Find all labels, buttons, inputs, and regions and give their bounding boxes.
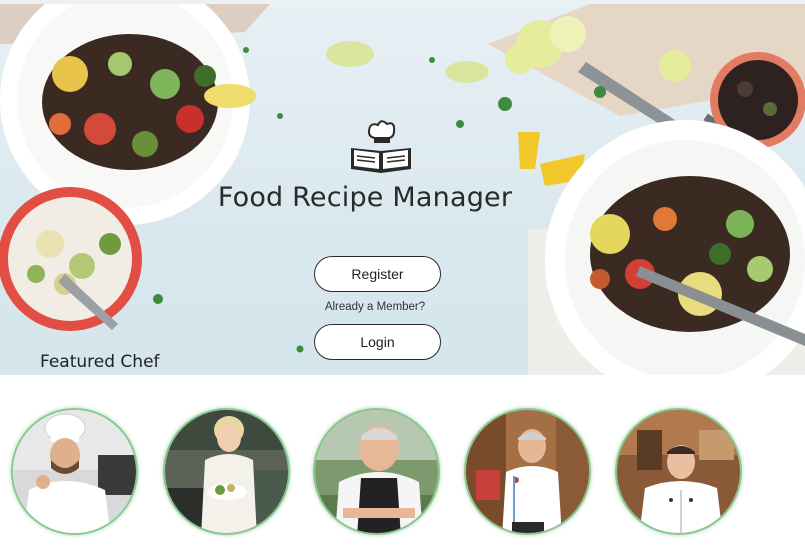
chef-photo-1-icon <box>13 410 136 533</box>
chef-photo-4-icon <box>466 410 589 533</box>
chef-card-4[interactable] <box>464 408 591 535</box>
chef-photo-3-icon <box>315 410 438 533</box>
chef-card-5[interactable] <box>615 408 742 535</box>
register-button[interactable]: Register <box>314 256 441 292</box>
featured-chef-list <box>0 375 805 548</box>
landing-page: Food Recipe Manager Register Already a M… <box>0 0 805 548</box>
chef-photo-5-icon <box>617 410 740 533</box>
featured-chef-title: Featured Chef <box>40 352 160 372</box>
chef-card-3[interactable] <box>313 408 440 535</box>
member-prompt: Already a Member? <box>324 301 426 313</box>
app-title: Food Recipe Manager <box>217 182 513 213</box>
chef-card-2[interactable] <box>163 408 290 535</box>
chef-photo-2-icon <box>165 410 288 533</box>
chef-card-1[interactable] <box>11 408 138 535</box>
hero-banner: Food Recipe Manager Register Already a M… <box>0 4 805 375</box>
login-button[interactable]: Login <box>314 324 441 360</box>
chef-hat-book-icon <box>351 120 411 173</box>
top-divider <box>0 0 805 4</box>
